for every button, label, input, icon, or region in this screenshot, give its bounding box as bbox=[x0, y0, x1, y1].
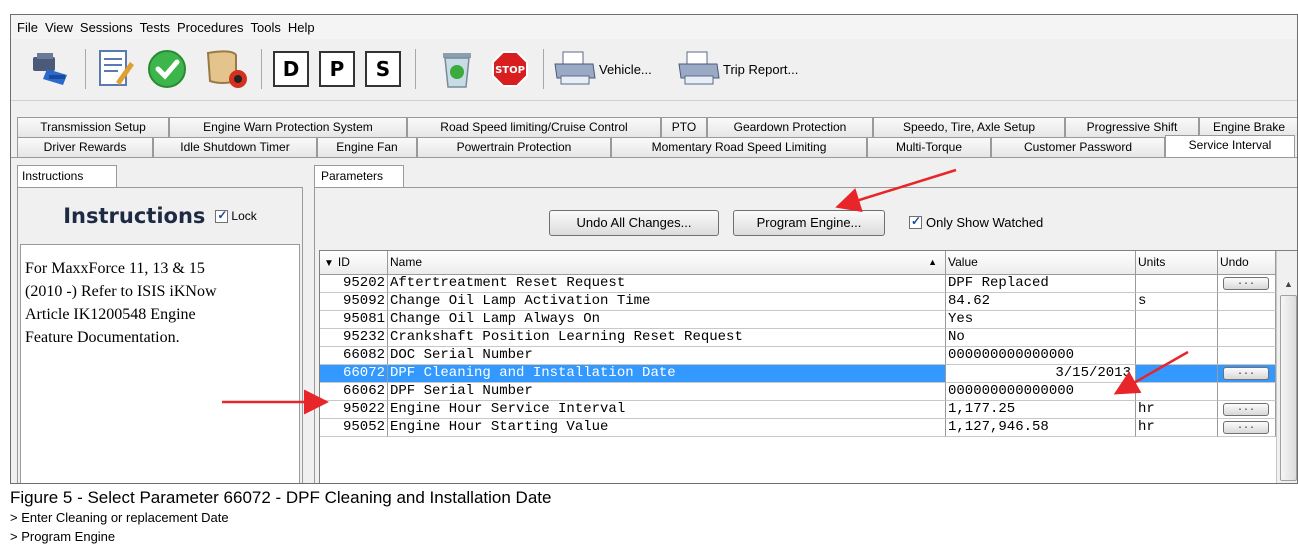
arrow-to-program-engine bbox=[835, 168, 957, 213]
caption-step-1: > Enter Cleaning or replacement Date bbox=[10, 510, 229, 525]
annotation-arrows bbox=[222, 168, 1189, 415]
figure-caption: Figure 5 - Select Parameter 66072 - DPF … bbox=[10, 488, 552, 507]
arrow-to-date-value bbox=[1113, 350, 1189, 395]
caption-step-2: > Program Engine bbox=[10, 529, 116, 544]
